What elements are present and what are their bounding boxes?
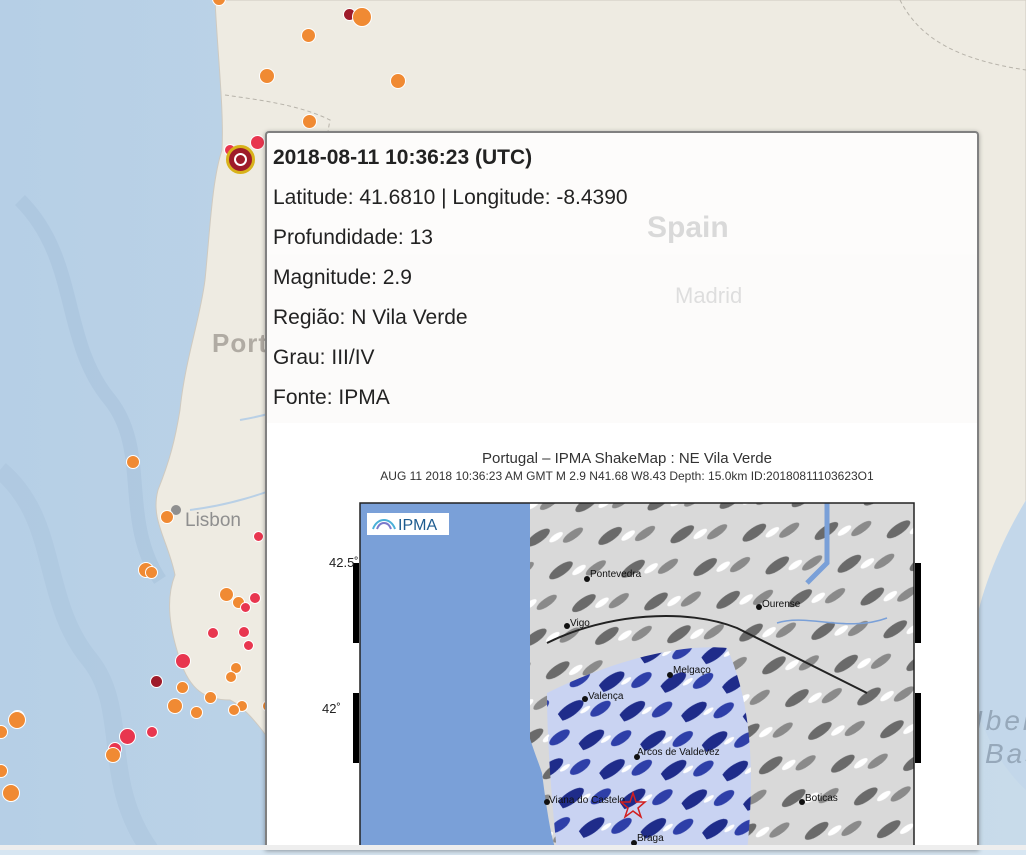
quake-marker[interactable] (259, 68, 275, 84)
shakemap-subtitle: AUG 11 2018 10:36:23 AM GMT M 2.9 N41.68… (380, 469, 874, 483)
lat-tick-1: 42.5˚ (329, 555, 359, 570)
event-time: 2018-08-11 10:36:23 (UTC) (273, 146, 533, 169)
quake-marker[interactable] (146, 726, 158, 738)
quake-marker[interactable] (2, 784, 20, 802)
place-melgaco: Melgaço (673, 665, 711, 676)
quake-marker[interactable] (301, 28, 316, 43)
quake-marker[interactable] (228, 704, 240, 716)
place-arcos: Arcos de Valdevez (637, 747, 720, 758)
event-depth: Profundidade: 13 (273, 226, 433, 249)
event-coordinates: Latitude: 41.6810 | Longitude: -8.4390 (273, 186, 628, 209)
quake-marker[interactable] (240, 602, 251, 613)
quake-marker[interactable] (119, 728, 136, 745)
quake-marker[interactable] (225, 671, 237, 683)
label-madrid: Madrid (675, 283, 743, 308)
quake-marker[interactable] (150, 675, 163, 688)
place-boticas: Boticas (805, 793, 838, 804)
label-iberia: Iberia (975, 705, 1026, 736)
shakemap-image[interactable]: Portugal – IPMA ShakeMap : NE Vila Verde… (307, 443, 947, 850)
quake-marker[interactable] (175, 653, 191, 669)
quake-marker[interactable] (126, 455, 140, 469)
bottom-edge (0, 845, 1026, 850)
quake-marker[interactable] (190, 706, 203, 719)
label-spain: Spain (647, 211, 729, 244)
event-source: Fonte: IPMA (273, 386, 390, 409)
ocean-area (360, 503, 530, 850)
event-region: Região: N Vila Verde (273, 306, 468, 329)
quake-marker[interactable] (167, 698, 183, 714)
event-grade: Grau: III/IV (273, 346, 375, 369)
place-ourense: Ourense (762, 599, 801, 610)
quake-marker[interactable] (204, 691, 217, 704)
quake-marker[interactable] (253, 531, 264, 542)
lat-tick-2: 42˚ (322, 701, 341, 716)
quake-marker[interactable] (160, 510, 174, 524)
place-pontevedra: Pontevedra (590, 569, 642, 580)
label-lisbon: Lisbon (185, 510, 241, 531)
event-magnitude: Magnitude: 2.9 (273, 266, 412, 289)
event-info: 2018-08-11 10:36:23 (UTC) Latitude: 41.6… (273, 143, 628, 423)
quake-marker[interactable] (249, 592, 261, 604)
quake-marker[interactable] (238, 626, 250, 638)
place-braga: Braga (637, 833, 664, 844)
label-basin: Basin (985, 738, 1026, 769)
quake-marker[interactable] (302, 114, 317, 129)
quake-marker[interactable] (105, 747, 121, 763)
place-valenca: Valença (588, 691, 624, 702)
quake-marker[interactable] (176, 681, 189, 694)
quake-marker[interactable] (145, 566, 158, 579)
event-popup[interactable]: Spain Madrid 2018-08-11 10:36:23 (UTC) L… (265, 131, 979, 850)
place-vigo: Vigo (570, 618, 590, 629)
quake-marker[interactable] (8, 711, 26, 729)
quake-marker[interactable] (390, 73, 406, 89)
quake-marker[interactable] (250, 135, 265, 150)
quake-marker[interactable] (207, 627, 219, 639)
place-viana: Viana do Castelo (549, 795, 625, 806)
quake-marker[interactable] (243, 640, 254, 651)
ipma-logo-text: IPMA (398, 517, 437, 534)
quake-marker[interactable] (352, 7, 372, 27)
shakemap-title: Portugal – IPMA ShakeMap : NE Vila Verde (482, 450, 772, 467)
selected-quake-core (234, 153, 247, 166)
